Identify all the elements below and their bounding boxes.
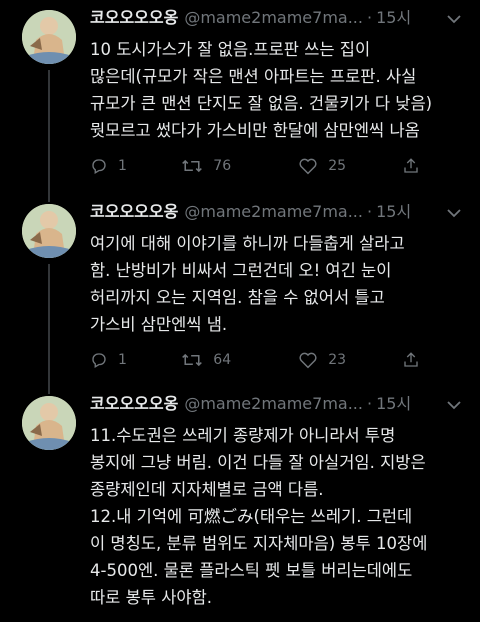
retweet-button[interactable]: 64 xyxy=(181,351,264,369)
tweet-header: 코오오오오옹 @mame2mame7ma... · 15시 xyxy=(90,6,470,30)
reply-count: 1 xyxy=(118,158,127,174)
separator: · xyxy=(366,202,373,221)
tweet-actions: 1 64 23 xyxy=(90,348,470,372)
avatar-image xyxy=(22,204,76,258)
tweet[interactable]: 코오오오오옹 @mame2mame7ma... · 15시 11.수도권은 쓰레… xyxy=(0,386,480,622)
more-icon[interactable] xyxy=(444,12,464,26)
heart-icon xyxy=(299,158,317,175)
separator: · xyxy=(366,8,373,27)
share-icon xyxy=(404,158,418,173)
retweet-count: 76 xyxy=(213,158,232,174)
user-handle[interactable]: @mame2mame7ma... xyxy=(184,201,363,223)
reply-icon xyxy=(92,353,106,368)
avatar-image xyxy=(22,10,76,64)
user-handle[interactable]: @mame2mame7ma... xyxy=(184,7,363,29)
reply-button[interactable]: 1 xyxy=(90,351,145,369)
more-icon[interactable] xyxy=(444,206,464,220)
display-name[interactable]: 코오오오오옹 xyxy=(90,201,178,223)
thread-line xyxy=(48,70,50,202)
reply-icon xyxy=(92,159,106,174)
timestamp[interactable]: 15시 xyxy=(376,393,411,415)
display-name[interactable]: 코오오오오옹 xyxy=(90,393,178,415)
timeline: 코오오오오옹 @mame2mame7ma... · 15시 10 도시가스가 잘… xyxy=(0,0,480,622)
tweet-actions: 1 76 25 xyxy=(90,154,470,178)
more-icon[interactable] xyxy=(444,398,464,412)
tweet-text: 10 도시가스가 잘 없음.프로판 쓰는 집이 많은데(규모가 작은 맨션 아파… xyxy=(90,40,433,140)
tweet-header: 코오오오오옹 @mame2mame7ma... · 15시 xyxy=(90,392,470,416)
retweet-icon xyxy=(182,159,203,173)
timestamp[interactable]: 15시 xyxy=(376,201,411,223)
tweet[interactable]: 코오오오오옹 @mame2mame7ma... · 15시 여기에 대해 이야기… xyxy=(0,194,480,394)
user-handle[interactable]: @mame2mame7ma... xyxy=(184,393,363,415)
reply-count: 1 xyxy=(118,352,127,368)
avatar-image xyxy=(22,396,76,450)
separator: · xyxy=(366,394,373,413)
display-name[interactable]: 코오오오오옹 xyxy=(90,7,178,29)
like-button[interactable]: 25 xyxy=(298,157,372,175)
avatar[interactable] xyxy=(22,10,76,64)
share-button[interactable] xyxy=(402,351,430,369)
like-count: 25 xyxy=(328,158,347,174)
like-count: 23 xyxy=(328,352,347,368)
tweet-text: 11.수도권은 쓰레기 종량제가 아니라서 투명 봉지에 그냥 버림. 이건 다… xyxy=(90,426,428,607)
tweet-header: 코오오오오옹 @mame2mame7ma... · 15시 xyxy=(90,200,470,224)
tweet-text: 여기에 대해 이야기를 하니까 다들춥게 살라고 함. 난방비가 비싸서 그런건… xyxy=(90,234,405,334)
share-button[interactable] xyxy=(402,157,430,175)
retweet-button[interactable]: 76 xyxy=(181,157,264,175)
avatar[interactable] xyxy=(22,396,76,450)
like-button[interactable]: 23 xyxy=(298,351,372,369)
share-icon xyxy=(404,352,418,367)
avatar[interactable] xyxy=(22,204,76,258)
heart-icon xyxy=(299,352,317,369)
tweet[interactable]: 코오오오오옹 @mame2mame7ma... · 15시 10 도시가스가 잘… xyxy=(0,0,480,202)
timestamp[interactable]: 15시 xyxy=(376,7,411,29)
thread-line xyxy=(48,264,50,394)
retweet-icon xyxy=(182,353,203,367)
reply-button[interactable]: 1 xyxy=(90,157,145,175)
retweet-count: 64 xyxy=(213,352,232,368)
